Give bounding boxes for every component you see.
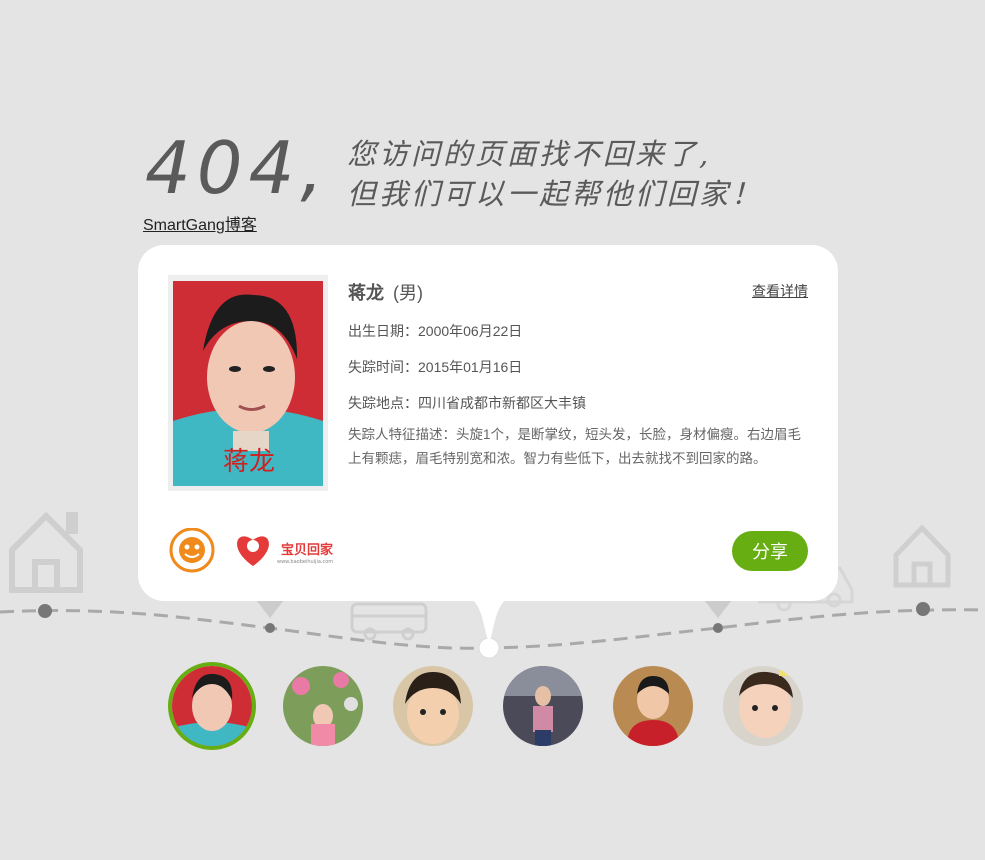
pin-icon — [256, 600, 284, 618]
missing-place-value: 四川省成都市新都区大丰镇 — [418, 395, 586, 411]
bus-icon — [350, 602, 428, 641]
missing-place: 失踪地点：四川省成都市新都区大丰镇 — [348, 393, 808, 413]
person-gender: (男) — [393, 283, 424, 303]
missing-time-label: 失踪时间： — [348, 359, 418, 375]
partner-logos: 宝贝回家 www.baobeihuijia.com — [168, 527, 368, 573]
slogan: 您访问的页面找不回来了, 但我们可以一起帮他们回家！ — [347, 134, 763, 214]
birth-date-label: 出生日期： — [348, 323, 418, 339]
person-name: 蒋龙 — [348, 283, 384, 303]
missing-time-value: 2015年01月16日 — [418, 359, 523, 375]
avatar-4[interactable] — [503, 666, 583, 746]
avatar-5[interactable] — [613, 666, 693, 746]
headline: 404, 您访问的页面找不回来了, 但我们可以一起帮他们回家！ — [145, 128, 845, 213]
birth-date: 出生日期：2000年06月22日 — [348, 321, 808, 341]
pin-icon — [704, 600, 732, 618]
card-pointer — [474, 597, 504, 641]
person-info: 蒋龙 (男) 查看详情 出生日期：2000年06月22日 失踪时间：2015年0… — [348, 279, 808, 471]
baobeihuijia-logo-text: 宝贝回家 — [281, 542, 334, 558]
photo-caption: 蒋龙 — [222, 447, 275, 477]
features-label: 失踪人特征描述： — [348, 427, 456, 442]
missing-time: 失踪时间：2015年01月16日 — [348, 357, 808, 377]
tencent-volunteer-logo[interactable] — [168, 527, 228, 573]
avatar-carousel — [168, 662, 818, 752]
missing-person-card: 蒋龙 蒋龙 (男) 查看详情 出生日期：2000年06月22日 失踪时间：201… — [138, 245, 838, 641]
slogan-line-1: 您访问的页面找不回来了, — [347, 137, 712, 171]
missing-person-photo[interactable]: 蒋龙 — [168, 275, 328, 491]
features-description: 失踪人特征描述：头旋1个，是断掌纹，短头发，长脸，身材偏瘦。右边眉毛上有颗痣，眉… — [348, 423, 808, 471]
avatar-2[interactable] — [283, 666, 363, 746]
view-details-link[interactable]: 查看详情 — [752, 281, 808, 301]
share-button[interactable]: 分享 — [732, 531, 808, 571]
avatar-3[interactable] — [393, 666, 473, 746]
avatar-6[interactable] — [723, 666, 803, 746]
blog-link[interactable]: SmartGang博客 — [143, 211, 257, 235]
baobeihuijia-logo[interactable]: 宝贝回家 www.baobeihuijia.com — [233, 528, 348, 573]
error-code: 404, — [145, 126, 330, 210]
house-icon — [893, 524, 951, 588]
slogan-line-2: 但我们可以一起帮他们回家！ — [347, 177, 764, 211]
missing-place-label: 失踪地点： — [348, 395, 418, 411]
birth-date-value: 2000年06月22日 — [418, 323, 523, 339]
name-row: 蒋龙 (男) 查看详情 — [348, 279, 808, 305]
baobeihuijia-logo-url: www.baobeihuijia.com — [277, 559, 333, 565]
avatar-1[interactable] — [168, 662, 256, 750]
